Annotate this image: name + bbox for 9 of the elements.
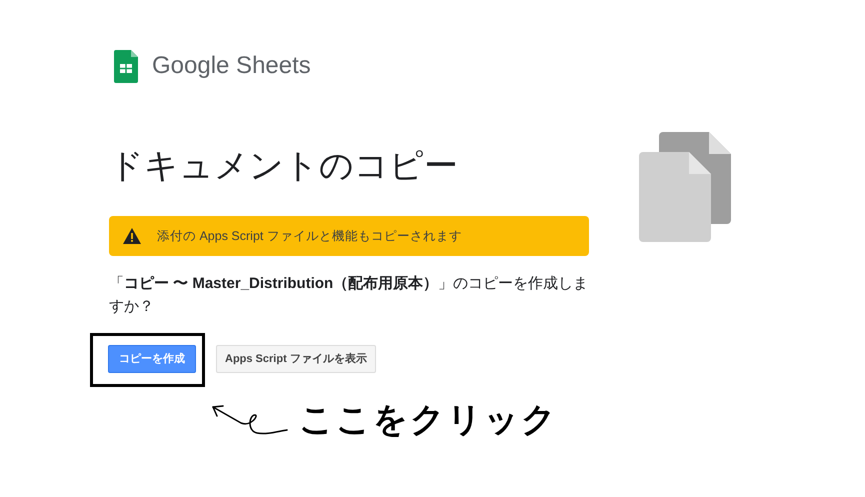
page-heading: ドキュメントのコピー (109, 146, 459, 187)
copy-question: 「コピー 〜 Master_Distribution（配布用原本）」のコピーを作成しますか？ (109, 274, 589, 317)
logo-text: Google Sheets (152, 51, 311, 81)
documents-icon (639, 132, 731, 242)
view-script-button[interactable]: Apps Script ファイルを表示 (216, 345, 376, 373)
spreadsheet-logo-icon (114, 50, 138, 82)
click-here-annotation: ここをクリック (299, 400, 558, 441)
warning-icon (123, 228, 141, 244)
warning-text: 添付の Apps Script ファイルと機能もコピーされます (157, 228, 462, 245)
